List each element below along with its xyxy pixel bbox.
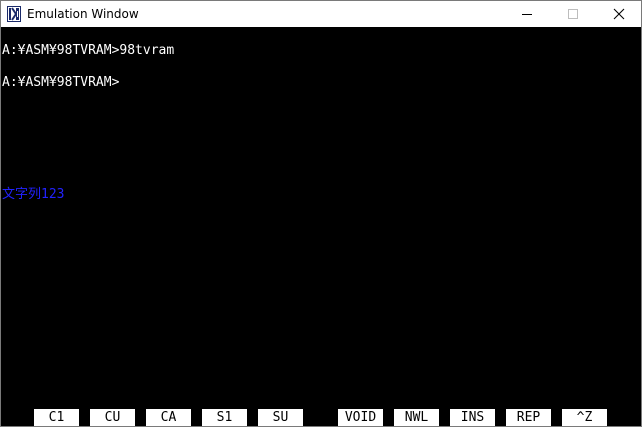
close-icon xyxy=(613,8,625,20)
fkey-su[interactable]: SU xyxy=(258,409,303,426)
close-button[interactable] xyxy=(596,1,641,27)
fkey-cu[interactable]: CU xyxy=(90,409,135,426)
emulation-window: Emulation Window A:¥ASM¥98TVRAM>98tvram … xyxy=(0,0,642,427)
maximize-icon xyxy=(568,9,578,19)
minimize-icon xyxy=(522,14,532,15)
terminal-output-string: 文字列123 xyxy=(2,187,65,202)
title-bar[interactable]: Emulation Window xyxy=(1,1,641,27)
fkey-nwl[interactable]: NWL xyxy=(394,409,439,426)
fkey-rep[interactable]: REP xyxy=(506,409,551,426)
function-key-bar: C1 CU CA S1 SU VOID NWL INS REP ^Z xyxy=(1,407,641,426)
maximize-button[interactable] xyxy=(550,1,596,27)
fkey-c1[interactable]: C1 xyxy=(34,409,79,426)
window-title: Emulation Window xyxy=(27,7,139,21)
app-icon[interactable] xyxy=(7,6,21,22)
minimize-button[interactable] xyxy=(504,1,550,27)
terminal-line: A:¥ASM¥98TVRAM>98tvram xyxy=(2,43,175,58)
terminal-screen[interactable]: A:¥ASM¥98TVRAM>98tvram A:¥ASM¥98TVRAM> 文… xyxy=(1,27,641,407)
fkey-ca[interactable]: CA xyxy=(146,409,191,426)
terminal-prompt-line: A:¥ASM¥98TVRAM> xyxy=(2,75,120,90)
fkey-ctrl-z[interactable]: ^Z xyxy=(562,409,607,426)
fkey-void[interactable]: VOID xyxy=(338,409,383,426)
fkey-s1[interactable]: S1 xyxy=(202,409,247,426)
fkey-ins[interactable]: INS xyxy=(450,409,495,426)
